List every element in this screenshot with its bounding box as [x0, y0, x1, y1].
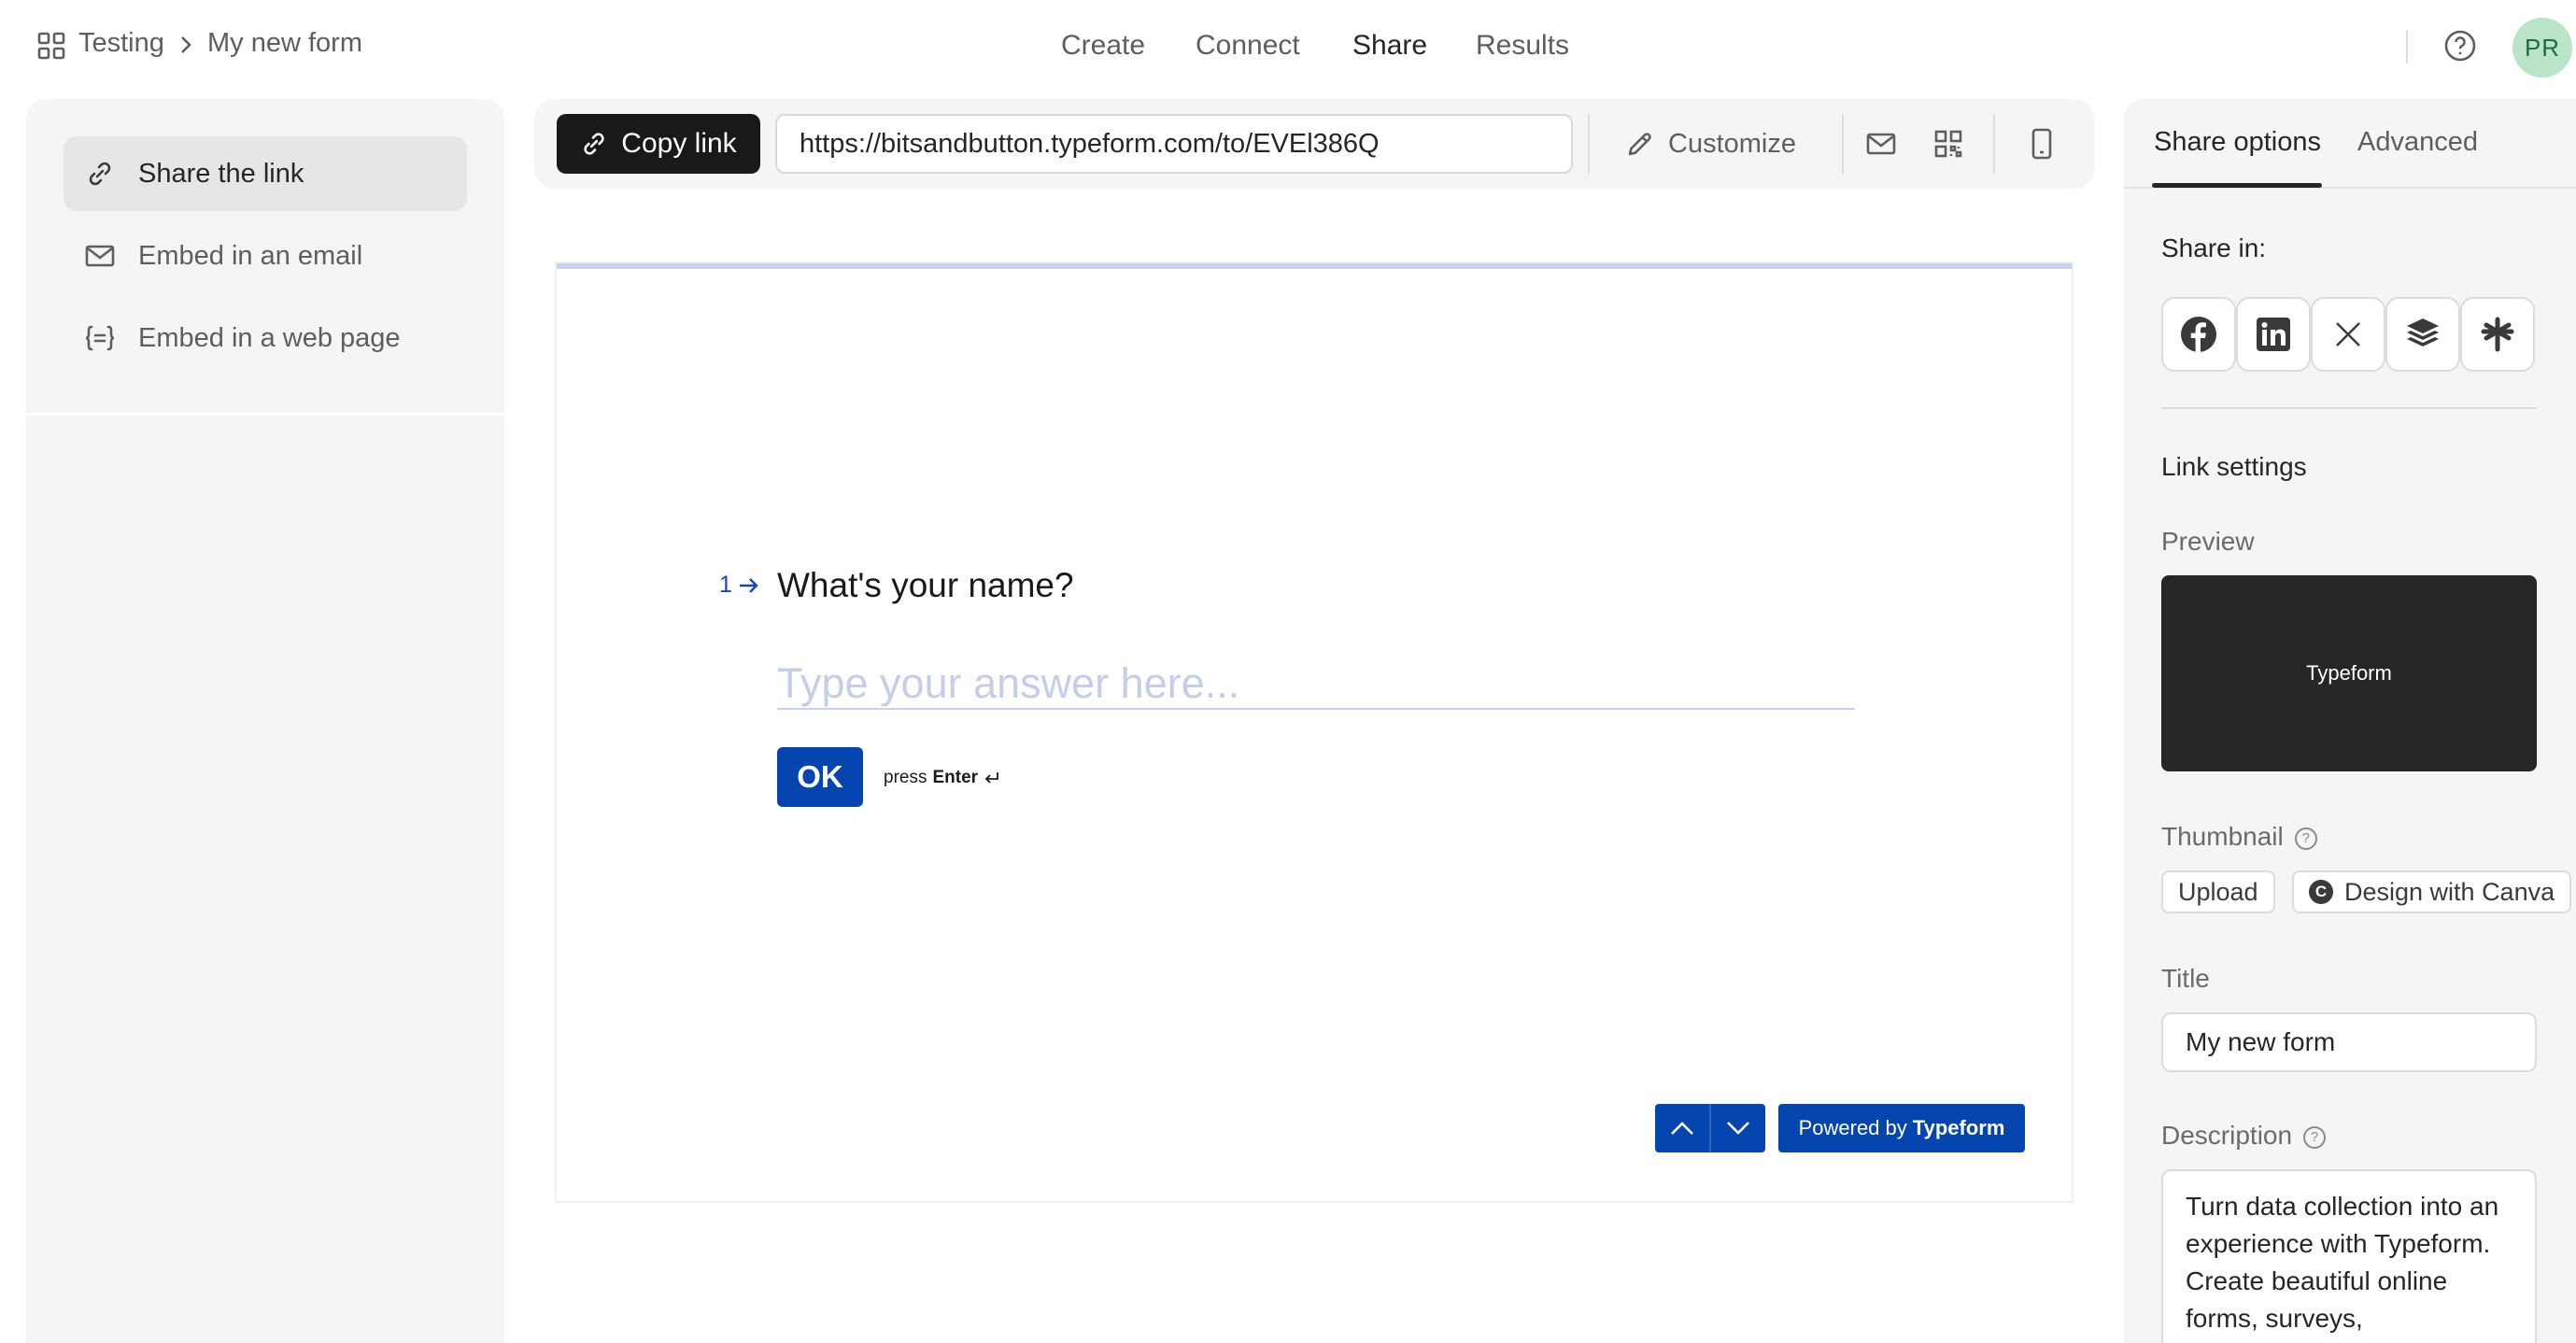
facebook-icon [2181, 317, 2216, 352]
preview-label: Preview [2161, 527, 2255, 556]
chevron-down-icon [1727, 1122, 1749, 1135]
copy-link-label: Copy link [621, 128, 737, 159]
previous-question-button[interactable] [1655, 1104, 1709, 1152]
mail-icon[interactable] [1864, 127, 1898, 161]
breadcrumb-form[interactable]: My new form [207, 28, 362, 59]
share-in-label: Share in: [2161, 233, 2267, 262]
code-brackets-icon [84, 322, 116, 354]
x-icon [2336, 322, 2360, 346]
press-prefix: press [884, 768, 927, 787]
press-key: Enter [932, 768, 979, 787]
question-navigation [1655, 1104, 1765, 1152]
canva-logo-icon: C [2309, 880, 2333, 904]
share-toolbar: Copy link https://bitsandbutton.typeform… [534, 99, 2094, 189]
toolbar-divider [1588, 114, 1590, 174]
embed-email-item[interactable]: Embed in an email [64, 219, 467, 293]
form-preview: 1 What's your name? Type your answer her… [555, 262, 2074, 1203]
share-the-link-item[interactable]: Share the link [64, 136, 467, 211]
share-url-field[interactable]: https://bitsandbutton.typeform.com/to/EV… [775, 114, 1573, 174]
thumbnail-label: Thumbnail? [2161, 822, 2317, 852]
title-label: Title [2161, 964, 2210, 993]
canva-label: Design with Canva [2344, 877, 2555, 906]
link-icon [584, 133, 604, 155]
tab-share-options[interactable]: Share options [2154, 127, 2321, 158]
title-input[interactable]: My new form [2161, 1012, 2537, 1072]
arrow-right-icon [739, 577, 758, 593]
avatar[interactable]: PR [2512, 18, 2572, 78]
top-bar: Testing My new form Create Connect Share… [0, 0, 2576, 93]
link-preview-card: Typeform [2161, 575, 2537, 771]
panel-divider [2161, 407, 2537, 409]
buffer-icon [2407, 318, 2439, 346]
question-number: 1 [719, 572, 760, 599]
design-with-canva-button[interactable]: C Design with Canva [2292, 870, 2572, 913]
thumbnail-label-text: Thumbnail [2161, 822, 2284, 851]
embed-web-page-item[interactable]: Embed in a web page [64, 301, 467, 375]
powered-brand: Typeform [1912, 1116, 2005, 1139]
nav-connect[interactable]: Connect [1196, 30, 1300, 62]
chevron-right-icon [179, 35, 192, 54]
active-tab-indicator [2152, 183, 2322, 188]
thumbnail-help-icon[interactable]: ? [2294, 827, 2317, 850]
mail-icon [84, 240, 116, 272]
breadcrumb-workspace[interactable]: Testing [78, 28, 164, 59]
press-enter-hint: press Enter [884, 768, 1000, 788]
left-panel-divider [26, 413, 504, 416]
toolbar-divider [1842, 114, 1844, 174]
linktree-icon [2481, 317, 2514, 352]
description-help-icon[interactable]: ? [2303, 1125, 2327, 1149]
top-divider [2406, 30, 2408, 64]
upload-button[interactable]: Upload [2161, 870, 2275, 913]
description-label-text: Description [2161, 1121, 2293, 1150]
linkedin-share-button[interactable] [2236, 297, 2311, 372]
progress-bar [557, 263, 2072, 269]
copy-link-button[interactable]: Copy link [557, 114, 760, 174]
description-label: Description? [2161, 1121, 2327, 1151]
linktree-share-button[interactable] [2460, 297, 2535, 372]
x-share-button[interactable] [2311, 297, 2385, 372]
next-question-button[interactable] [1711, 1104, 1765, 1152]
link-icon [84, 158, 116, 190]
share-the-link-label: Share the link [138, 158, 304, 189]
toolbar-divider [1993, 114, 1995, 174]
enter-key-icon [984, 772, 998, 784]
pencil-icon [1628, 133, 1651, 156]
link-settings-heading: Link settings [2161, 452, 2307, 481]
question-number-text: 1 [719, 572, 732, 598]
chevron-up-icon [1671, 1122, 1693, 1135]
powered-prefix: Powered by [1798, 1116, 1907, 1139]
embed-web-page-label: Embed in a web page [138, 322, 401, 353]
nav-share[interactable]: Share [1352, 30, 1427, 62]
mobile-preview-icon[interactable] [2025, 127, 2059, 161]
customize-label: Customize [1668, 128, 1796, 159]
apps-grid-icon[interactable] [37, 32, 65, 60]
description-textarea[interactable]: Turn data collection into an experience … [2161, 1169, 2537, 1343]
qr-code-icon[interactable] [1932, 127, 1965, 161]
facebook-share-button[interactable] [2161, 297, 2236, 372]
nav-create[interactable]: Create [1061, 30, 1145, 62]
tab-advanced[interactable]: Advanced [2357, 127, 2478, 158]
question-title: What's your name? [777, 566, 1074, 604]
nav-results[interactable]: Results [1476, 30, 1569, 62]
buffer-share-button[interactable] [2385, 297, 2460, 372]
embed-email-label: Embed in an email [138, 240, 363, 271]
powered-by-badge[interactable]: Powered by Typeform [1778, 1104, 2025, 1152]
answer-input[interactable]: Type your answer here... [777, 659, 1855, 710]
linkedin-icon [2257, 318, 2290, 351]
customize-button[interactable]: Customize [1625, 114, 1796, 174]
help-icon[interactable] [2443, 29, 2477, 63]
ok-button[interactable]: OK [777, 747, 863, 807]
